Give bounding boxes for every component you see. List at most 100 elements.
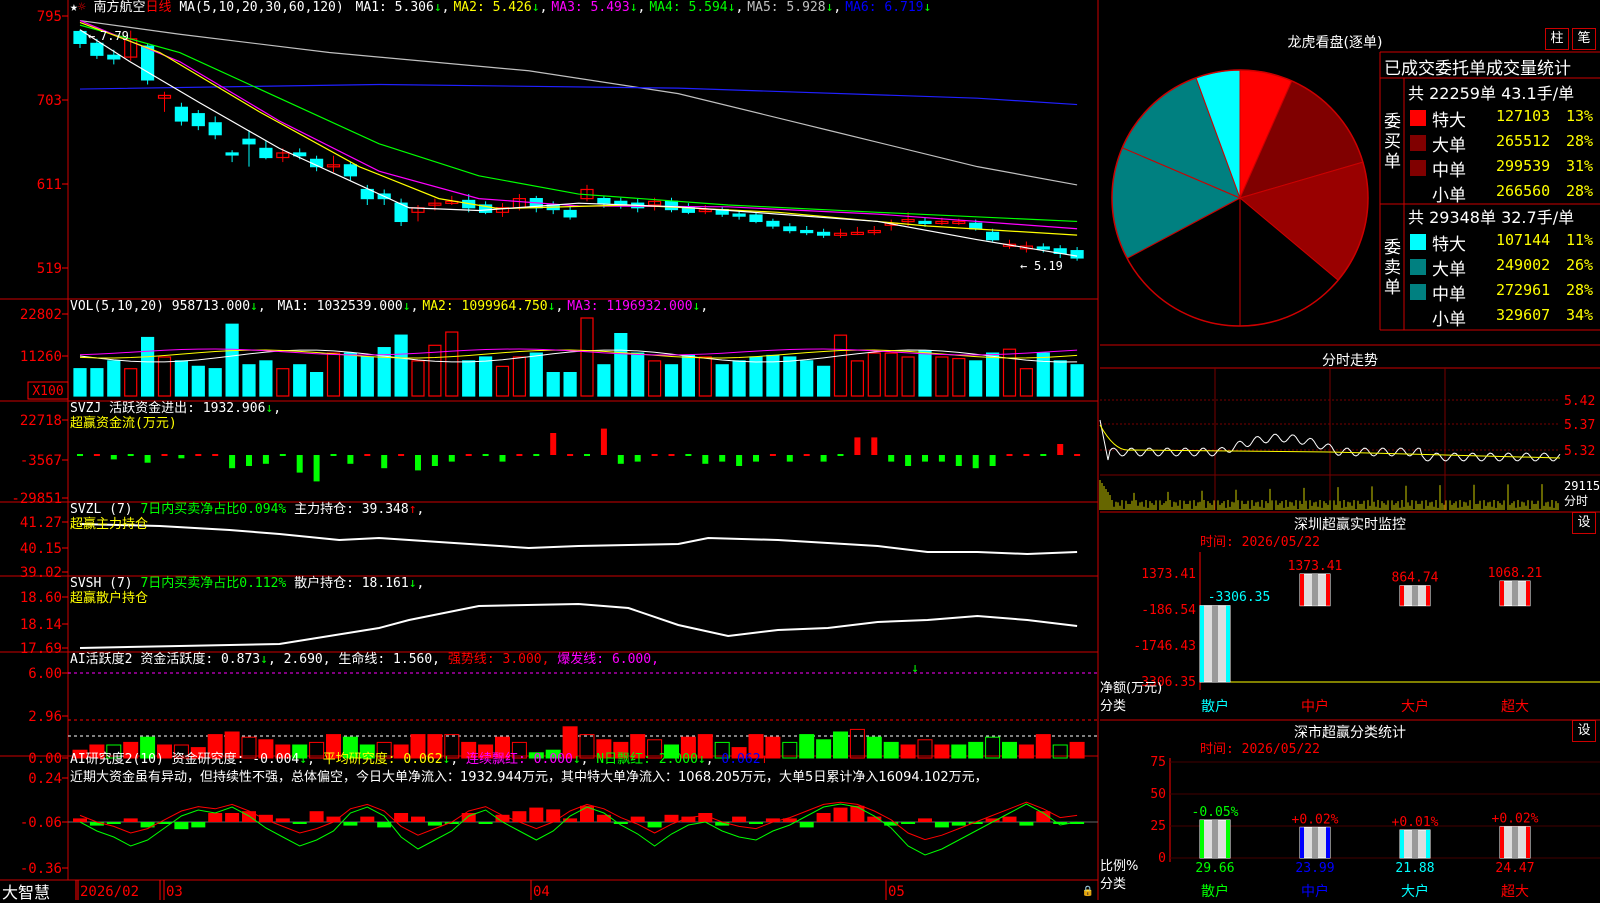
svzl-line bbox=[79, 523, 1078, 556]
class-y-tick: 50 bbox=[1150, 787, 1166, 802]
volume-bar bbox=[141, 336, 155, 397]
intraday-vol-unit: 分时 bbox=[1564, 494, 1588, 508]
svzj-bar bbox=[381, 455, 388, 469]
bar-edge bbox=[1426, 585, 1430, 606]
ai-active-bar bbox=[900, 744, 916, 759]
svzj-bar bbox=[448, 455, 455, 462]
svzj-bar bbox=[871, 437, 878, 455]
legend-swatch bbox=[1410, 135, 1426, 151]
sell-summary: 共 29348单 32.7手/单 bbox=[1408, 208, 1575, 227]
y-tick-label: 17.69 bbox=[20, 641, 62, 657]
svzj-tick bbox=[668, 454, 675, 456]
ma-value-2: MA2: 5.426 bbox=[453, 0, 532, 15]
svzj-tick bbox=[803, 454, 810, 456]
svzj-bar bbox=[888, 455, 895, 462]
svzj-bars[interactable] bbox=[77, 428, 1081, 482]
candle-body bbox=[969, 222, 983, 230]
lhb-row-name: 特大 bbox=[1432, 235, 1466, 255]
ai-research-bar bbox=[715, 822, 730, 826]
y-tick-label: 703 bbox=[37, 93, 62, 109]
monitor-category: 超大 bbox=[1501, 699, 1529, 715]
volume-bar bbox=[157, 356, 172, 397]
lhb-pie-chart[interactable] bbox=[1111, 69, 1369, 327]
class-bar[interactable] bbox=[1499, 826, 1531, 859]
svsh-value: 18.161 bbox=[361, 576, 409, 591]
intraday-y-tick: 5.32 bbox=[1564, 444, 1595, 459]
volume-bar bbox=[563, 372, 577, 397]
strong-line-label: 强势线: 3.000, bbox=[447, 652, 550, 667]
svzj-tick bbox=[1023, 454, 1030, 456]
class-bar[interactable] bbox=[1399, 829, 1431, 859]
svzj-bar bbox=[415, 455, 421, 471]
svzj-tick bbox=[93, 454, 100, 456]
monitor-bar[interactable] bbox=[1499, 580, 1531, 607]
volume-bar bbox=[512, 356, 527, 397]
ai-research-bar bbox=[258, 814, 273, 822]
bar-mode-button[interactable]: 柱 bbox=[1545, 28, 1569, 50]
bar-edge bbox=[1526, 826, 1530, 858]
bar-edge bbox=[1326, 574, 1330, 606]
ai-active-bar bbox=[849, 728, 865, 759]
volume-bar bbox=[884, 352, 898, 397]
bar-edge bbox=[1200, 820, 1204, 858]
lhb-row-name: 中单 bbox=[1432, 285, 1466, 305]
legend-swatch bbox=[1410, 259, 1426, 275]
svzl-value: 39.348 bbox=[361, 502, 409, 517]
svzj-tick bbox=[77, 454, 83, 456]
sz-class-settings-button[interactable]: 设 bbox=[1572, 720, 1596, 742]
bar-edge bbox=[1300, 574, 1304, 606]
class-bar[interactable] bbox=[1299, 826, 1331, 859]
ai-research-bar bbox=[343, 822, 358, 826]
class-value-label: 24.47 bbox=[1495, 861, 1534, 876]
volume-bar bbox=[208, 368, 222, 397]
bar-edge bbox=[1226, 605, 1230, 682]
ma4-line bbox=[79, 24, 1078, 223]
y-tick-label: -0.36 bbox=[20, 861, 62, 877]
y-tick-label: 22718 bbox=[20, 413, 62, 429]
volume-bar bbox=[495, 365, 510, 397]
lhb-row-pct: 28% bbox=[1566, 182, 1594, 200]
svzl-ratio: 7日内买卖净占比0.094% bbox=[140, 502, 287, 517]
star-icon[interactable]: ★ bbox=[70, 0, 78, 15]
ai-active-bar bbox=[917, 739, 933, 759]
sz-monitor-settings-button[interactable]: 设 bbox=[1572, 512, 1596, 534]
monitor-bar[interactable] bbox=[1399, 585, 1431, 607]
ai-active-bar bbox=[866, 736, 882, 759]
volume-bar bbox=[174, 360, 188, 397]
ai-research-bar bbox=[191, 822, 206, 828]
monitor-y-tick: -1746.43 bbox=[1133, 639, 1196, 654]
y-tick-label: 2.96 bbox=[28, 709, 62, 725]
monitor-bar[interactable] bbox=[1199, 605, 1231, 683]
ma-values: MA1: 5.306↓, MA2: 5.426↓, MA3: 5.493↓, MA4:… bbox=[355, 0, 932, 15]
x-axis-label: 2026/02 bbox=[80, 884, 139, 900]
candle-body bbox=[1070, 250, 1084, 259]
lhb-row-pct: 11% bbox=[1566, 231, 1594, 249]
ai-research-bar bbox=[123, 818, 138, 822]
ai-research-bar bbox=[749, 822, 763, 824]
vol-header: VOL(5,10,20) 958713.000↓, MA1: 1032539.0… bbox=[70, 299, 709, 314]
tick-mode-button[interactable]: 笔 bbox=[1572, 28, 1596, 50]
candle-body bbox=[242, 138, 256, 145]
svzl-title: SVZL (7) bbox=[70, 502, 133, 517]
monitor-bar[interactable] bbox=[1299, 573, 1331, 607]
volume-bar bbox=[360, 356, 374, 397]
svzj-bar bbox=[702, 455, 709, 464]
svzj-bar bbox=[820, 455, 827, 462]
y-tick-label: 41.27 bbox=[20, 515, 62, 531]
ai-research-bar bbox=[89, 822, 104, 826]
volume-bar bbox=[546, 372, 560, 397]
period-label[interactable]: 日线 bbox=[146, 0, 172, 15]
x-axis-label: 04 bbox=[533, 884, 550, 900]
class-bar[interactable] bbox=[1199, 819, 1231, 859]
lhb-row-name: 特大 bbox=[1432, 111, 1466, 131]
ai-research-bar bbox=[850, 805, 865, 822]
svzj-tick bbox=[212, 454, 219, 456]
svzj-bar bbox=[634, 455, 641, 462]
y-tick-label: 6.00 bbox=[28, 666, 62, 682]
intraday-y-tick: 5.42 bbox=[1564, 394, 1595, 409]
ai-research-bar bbox=[647, 822, 662, 828]
svzj-bar bbox=[313, 455, 320, 482]
gear-icon[interactable]: ☼ bbox=[78, 0, 86, 15]
volume-bar bbox=[749, 356, 763, 397]
volume-bar bbox=[529, 352, 543, 397]
